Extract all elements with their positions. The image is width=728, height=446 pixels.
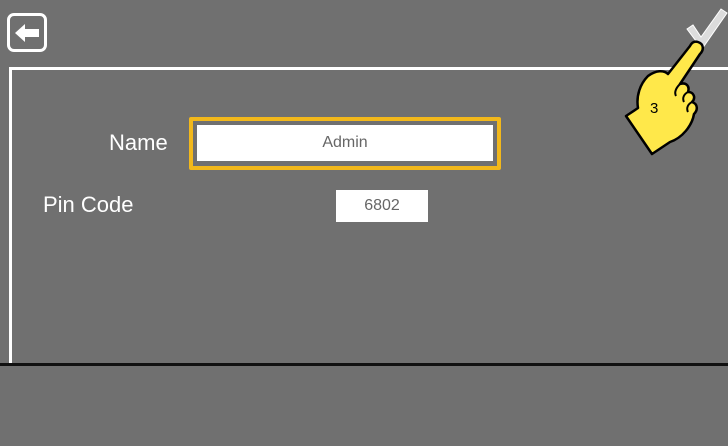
step-number: 3 xyxy=(650,100,659,117)
divider xyxy=(0,363,728,366)
name-label: Name xyxy=(109,130,168,155)
pointing-hand-icon xyxy=(624,40,704,156)
back-button[interactable] xyxy=(7,13,47,52)
name-input[interactable]: Admin xyxy=(197,125,493,161)
pin-code-input[interactable]: 6802 xyxy=(336,190,428,222)
pin-code-label: Pin Code xyxy=(43,192,134,217)
arrow-left-icon xyxy=(15,23,39,42)
